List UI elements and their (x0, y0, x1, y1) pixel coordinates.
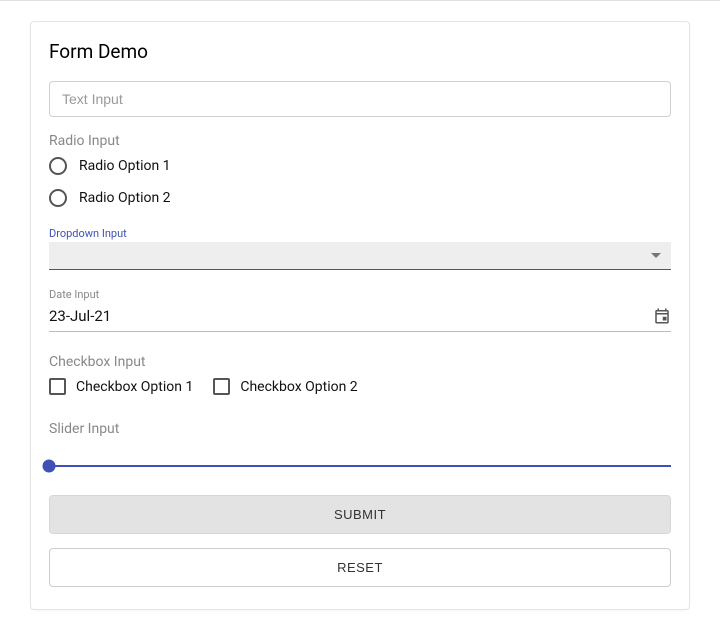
radio-option-2[interactable]: Radio Option 2 (49, 189, 671, 207)
checkbox-group: Checkbox Option 1 Checkbox Option 2 (49, 378, 671, 395)
reset-button[interactable]: RESET (49, 548, 671, 587)
checkbox-option-1[interactable]: Checkbox Option 1 (49, 378, 193, 395)
checkbox-option-label: Checkbox Option 1 (76, 379, 193, 395)
slider-wrap: Slider Input (49, 421, 671, 467)
date-label: Date Input (49, 288, 671, 301)
dropdown-input[interactable] (49, 242, 671, 270)
slider-thumb[interactable] (43, 460, 56, 473)
date-value: 23-Jul-21 (49, 307, 111, 325)
checkbox-box-icon (49, 378, 66, 395)
checkbox-group-label: Checkbox Input (49, 354, 671, 370)
submit-button[interactable]: SUBMIT (49, 495, 671, 534)
date-input[interactable]: 23-Jul-21 (49, 303, 671, 332)
calendar-icon (653, 307, 671, 325)
date-field-wrap: Date Input 23-Jul-21 (49, 288, 671, 332)
checkbox-option-label: Checkbox Option 2 (240, 379, 357, 395)
radio-group: Radio Option 1 Radio Option 2 (49, 157, 671, 207)
slider-label: Slider Input (49, 421, 671, 437)
page-title: Form Demo (49, 40, 671, 63)
checkbox-box-icon (213, 378, 230, 395)
radio-circle-icon (49, 189, 67, 207)
checkbox-group-wrap: Checkbox Input Checkbox Option 1 Checkbo… (49, 354, 671, 395)
dropdown-label: Dropdown Input (49, 227, 671, 240)
dropdown-field-wrap: Dropdown Input (49, 227, 671, 270)
radio-option-label: Radio Option 1 (79, 158, 171, 174)
form-card: Form Demo Radio Input Radio Option 1 Rad… (30, 21, 690, 610)
radio-group-label: Radio Input (49, 133, 671, 149)
slider-input[interactable] (49, 465, 671, 467)
checkbox-option-2[interactable]: Checkbox Option 2 (213, 378, 357, 395)
radio-option-label: Radio Option 2 (79, 190, 171, 206)
text-input[interactable] (49, 81, 671, 117)
radio-option-1[interactable]: Radio Option 1 (49, 157, 671, 175)
chevron-down-icon (651, 253, 661, 258)
radio-circle-icon (49, 157, 67, 175)
